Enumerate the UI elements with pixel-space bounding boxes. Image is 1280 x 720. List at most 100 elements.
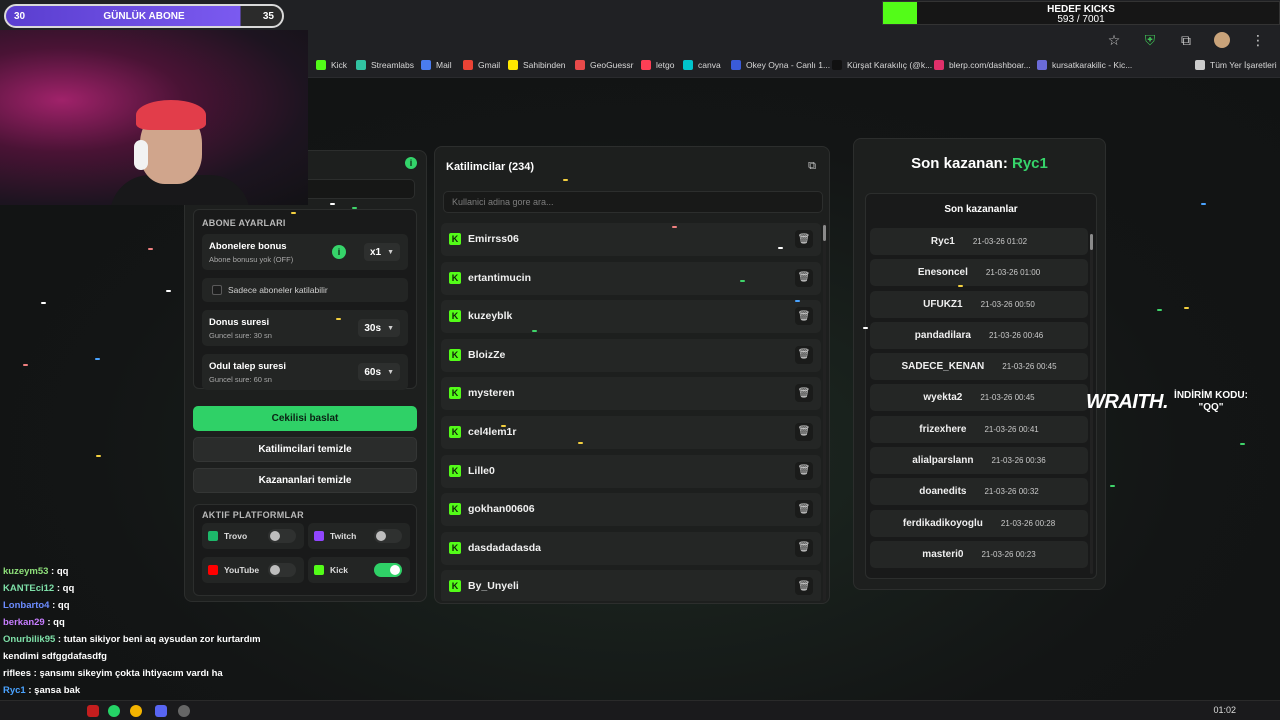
- bookmark-item[interactable]: Okey Oyna - Canlı 1...: [731, 60, 830, 70]
- confetti-piece: [291, 212, 296, 214]
- winner-date: 21-03-26 01:02: [972, 237, 1028, 246]
- app-icon[interactable]: [178, 705, 190, 717]
- last-winner-name: Ryc1: [1012, 155, 1048, 172]
- bookmark-label: Streamlabs: [371, 60, 414, 70]
- chat-username: KANTEci12: [3, 583, 55, 594]
- profile-avatar[interactable]: [1214, 32, 1230, 48]
- participant-name: cel4lem1r: [468, 425, 517, 438]
- bonus-multiplier-select[interactable]: x1 ▼: [363, 243, 400, 261]
- bookmark-item[interactable]: Tüm Yer İşaretleri: [1195, 60, 1277, 70]
- participants-list: K Emirrss06 🗑 Kertantimucin 🗑 Kkuzeyblk 🗑 K Bloi…: [441, 223, 821, 601]
- bonus-time-select[interactable]: 30s ▼: [358, 319, 400, 337]
- bookmark-item[interactable]: blerp.com/dashboar...: [934, 60, 1031, 70]
- start-giveaway-button[interactable]: Cekilisi baslat: [193, 406, 417, 431]
- row-title: Donus suresi: [209, 317, 270, 328]
- participant-row: K BloizZe 🗑: [441, 338, 821, 372]
- winner-name: ferdikadikoyoglu: [902, 517, 983, 529]
- trovo-toggle[interactable]: [268, 529, 296, 543]
- chat-text: kendimi sdfggdafasdfg: [3, 651, 107, 662]
- confetti-piece: [740, 280, 745, 282]
- bookmark-item[interactable]: GeoGuessr: [575, 60, 633, 70]
- chrome-icon[interactable]: [130, 705, 142, 717]
- bonus-time-row: Donus suresi Guncel sure: 30 sn 30s ▼: [202, 310, 408, 346]
- trash-icon[interactable]: 🗑: [795, 577, 813, 596]
- bookmark-icon: [421, 60, 431, 70]
- sponsor-banner: WRAITH. İNDİRİM KODU: "QQ": [1086, 390, 1248, 414]
- kick-icon: K: [449, 464, 461, 477]
- confetti-piece: [1157, 309, 1162, 311]
- trash-icon[interactable]: 🗑: [795, 500, 813, 519]
- confetti-piece: [795, 300, 800, 302]
- whatsapp-icon[interactable]: [108, 705, 120, 717]
- checkbox-label: Sadece aboneler katilabilir: [228, 285, 328, 295]
- confetti-piece: [1110, 485, 1115, 487]
- kick-toggle[interactable]: [374, 563, 402, 577]
- bookmark-item[interactable]: canva: [683, 60, 721, 70]
- chat-overlay: kuzeym53 : qq KANTEci12 : qq Lonbarto4 : q…: [3, 563, 303, 716]
- trash-icon[interactable]: 🗑: [795, 384, 813, 403]
- trash-icon[interactable]: 🗑: [795, 538, 813, 557]
- winner-row: Ryc1 21-03-26 01:02: [870, 228, 1088, 255]
- menu-icon[interactable]: ⋮: [1250, 32, 1266, 48]
- bookmark-item[interactable]: Sahibinden: [508, 60, 566, 70]
- bookmark-item[interactable]: Streamlabs: [356, 60, 414, 70]
- bookmark-item[interactable]: Mail: [421, 60, 452, 70]
- bookmark-item[interactable]: kursatkarakilic - Kic...: [1037, 60, 1132, 70]
- extensions-icon[interactable]: ⧉: [1178, 32, 1194, 48]
- confetti-piece: [330, 203, 335, 205]
- copy-icon[interactable]: ⧉: [805, 159, 819, 173]
- bookmark-item[interactable]: Kick: [316, 60, 347, 70]
- confetti-piece: [41, 302, 46, 304]
- scroll-thumb[interactable]: [823, 225, 826, 241]
- subscriber-settings: ABONE AYARLARI Abonelere bonus Abone bon…: [193, 209, 417, 390]
- only-subscribers-checkbox[interactable]: [212, 285, 222, 295]
- goal-target: 35: [262, 10, 274, 22]
- kicks-goal-count: 593 / 7001: [1057, 14, 1105, 25]
- trash-icon[interactable]: 🗑: [795, 461, 813, 480]
- only-subscribers-row[interactable]: Sadece aboneler katilabilir: [202, 278, 408, 302]
- platform-trovo: Trovo: [202, 523, 304, 549]
- chat-text: : tutan sikiyor beni aq aysudan zor kurt…: [55, 634, 261, 645]
- chat-username: Lonbarto4: [3, 600, 50, 611]
- twitch-toggle[interactable]: [374, 529, 402, 543]
- chat-text: : qq: [54, 583, 75, 594]
- bookmark-item[interactable]: Gmail: [463, 60, 500, 70]
- star-icon[interactable]: ☆: [1106, 32, 1122, 48]
- trash-icon[interactable]: 🗑: [795, 345, 813, 364]
- bookmark-label: Okey Oyna - Canlı 1...: [746, 60, 831, 70]
- chat-username: Onurbilik95: [3, 634, 56, 645]
- info-icon[interactable]: i: [405, 157, 417, 169]
- trash-icon[interactable]: 🗑: [795, 230, 813, 248]
- discord-icon[interactable]: [155, 705, 167, 717]
- participant-row: Kgokhan00606 🗑: [441, 493, 821, 527]
- bookmark-label: Kick: [331, 60, 348, 70]
- trash-icon[interactable]: 🗑: [795, 307, 813, 326]
- confetti-piece: [1201, 203, 1206, 205]
- chevron-down-icon: ▼: [387, 368, 394, 376]
- clear-participants-button[interactable]: Katilimcilari temizle: [193, 437, 417, 462]
- kick-icon: K: [449, 387, 461, 400]
- shield-icon[interactable]: ⛨: [1142, 32, 1158, 48]
- winner-date: 21-03-26 00:32: [984, 487, 1039, 497]
- bookmark-item[interactable]: Kürşat Karakılıç (@k...: [832, 60, 932, 70]
- app-icon[interactable]: [87, 705, 99, 717]
- platform-twitch: Twitch: [308, 523, 410, 549]
- confetti-piece: [1184, 307, 1189, 309]
- participant-search-input[interactable]: [443, 191, 823, 213]
- scroll-thumb[interactable]: [1090, 234, 1093, 250]
- participants-scrollbar[interactable]: [823, 223, 826, 601]
- trash-icon[interactable]: 🗑: [795, 422, 813, 441]
- select-value: 30s: [364, 322, 382, 334]
- row-title: Odul talep suresi: [209, 361, 287, 372]
- trash-icon[interactable]: 🗑: [795, 268, 813, 287]
- bookmark-item[interactable]: letgo: [641, 60, 674, 70]
- clear-winners-button[interactable]: Kazananlari temizle: [193, 468, 417, 493]
- confetti-piece: [352, 207, 357, 209]
- bookmark-icon: [463, 60, 473, 70]
- winner-name: alialparslann: [912, 455, 974, 467]
- winner-row: Enesoncel 21-03-26 01:00: [870, 259, 1088, 287]
- bookmark-icon: [934, 60, 944, 70]
- claim-time-select[interactable]: 60s ▼: [358, 363, 400, 381]
- info-icon[interactable]: i: [332, 245, 346, 259]
- row-subtitle: Guncel sure: 30 sn: [209, 331, 272, 340]
